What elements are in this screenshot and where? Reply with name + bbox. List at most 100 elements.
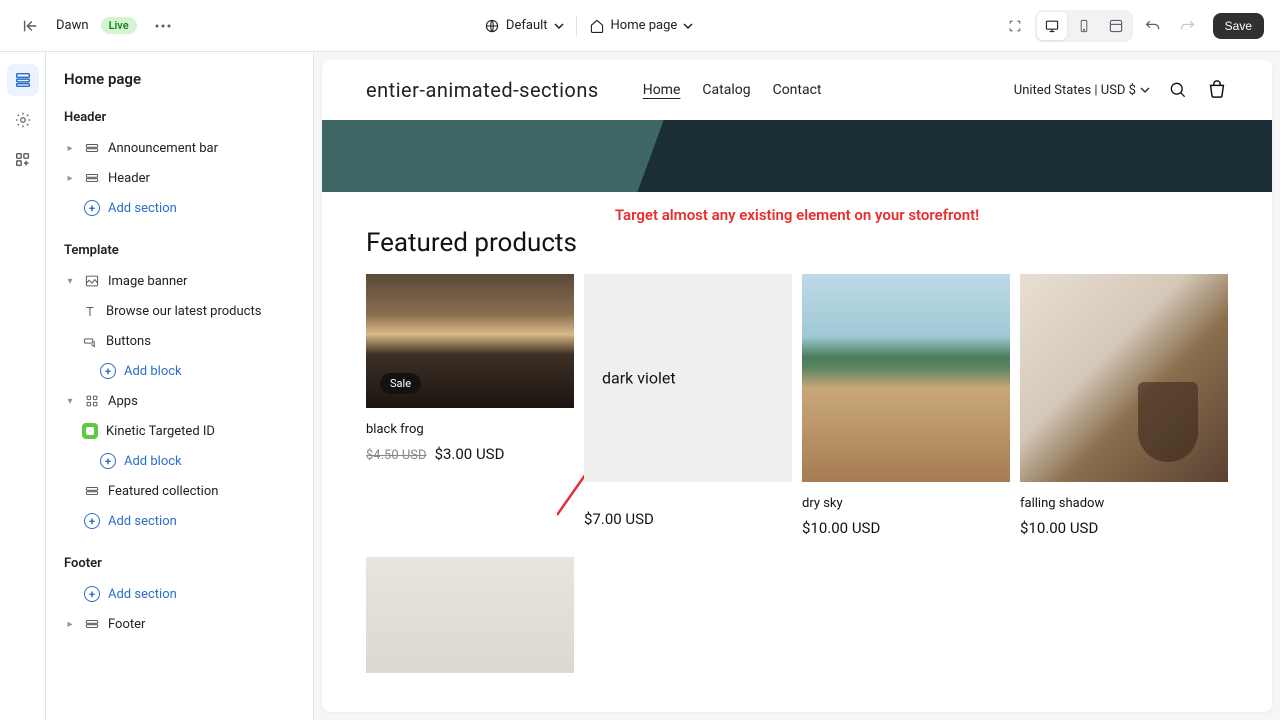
featured-collection-item[interactable]: · Featured collection xyxy=(46,476,313,506)
sidebar: Home page Header ▸ Announcement bar ▸ He… xyxy=(46,52,314,720)
settings-rail-button[interactable] xyxy=(7,104,39,136)
divider xyxy=(576,16,577,36)
footer-group-label: Footer xyxy=(46,548,313,579)
product-grid-row2 xyxy=(366,557,1228,673)
plus-icon: + xyxy=(100,453,116,469)
template-group-label: Template xyxy=(46,235,313,266)
redo-button[interactable] xyxy=(1173,12,1201,40)
header-add-section[interactable]: · + Add section xyxy=(46,193,313,223)
annotation-text: Target almost any existing element on yo… xyxy=(322,206,1272,224)
inspector-button[interactable] xyxy=(1001,12,1029,40)
chevron-down-icon xyxy=(554,23,564,29)
plus-icon: + xyxy=(84,586,100,602)
globe-icon xyxy=(484,18,500,34)
store-logo[interactable]: entier-animated-sections xyxy=(366,78,599,102)
sections-rail-button[interactable] xyxy=(7,64,39,96)
product-card[interactable]: falling shadow $10.00 USD xyxy=(1020,274,1228,537)
product-price: $10.00 USD xyxy=(1020,519,1228,537)
save-button[interactable]: Save xyxy=(1213,13,1264,39)
page-select[interactable]: Home page xyxy=(589,18,694,34)
undo-button[interactable] xyxy=(1139,12,1167,40)
canvas-wrap: entier-animated-sections Home Catalog Co… xyxy=(314,52,1280,720)
product-card[interactable]: dark violet $7.00 USD xyxy=(584,274,792,537)
chevron-down-icon xyxy=(1140,87,1150,93)
image-icon xyxy=(84,273,100,289)
kinetic-app-block[interactable]: Kinetic Targeted ID xyxy=(46,416,313,446)
image-banner-add-block[interactable]: + Add block xyxy=(46,356,313,386)
featured-section: Featured products Sale black frog $4.50 … xyxy=(322,228,1272,673)
app-icon xyxy=(82,423,98,439)
store-header-right: United States | USD $ xyxy=(1014,79,1228,101)
region-selector[interactable]: United States | USD $ xyxy=(1014,83,1150,98)
footer-item[interactable]: ▸ Footer xyxy=(46,609,313,639)
chevron-right-icon: ▸ xyxy=(64,143,76,154)
nav-catalog[interactable]: Catalog xyxy=(702,82,750,98)
buttons-block[interactable]: Buttons xyxy=(46,326,313,356)
search-icon[interactable] xyxy=(1168,80,1188,100)
store-nav: Home Catalog Contact xyxy=(643,82,822,98)
section-icon xyxy=(84,483,100,499)
section-icon xyxy=(84,616,100,632)
preview-select[interactable]: Default xyxy=(484,18,564,34)
announcement-bar-item[interactable]: ▸ Announcement bar xyxy=(46,133,313,163)
product-name: dry sky xyxy=(802,496,1010,511)
apps-item[interactable]: ▾ Apps xyxy=(46,386,313,416)
left-rail xyxy=(0,52,46,720)
apps-add-block[interactable]: + Add block xyxy=(46,446,313,476)
plus-icon: + xyxy=(84,200,100,216)
product-card[interactable]: dry sky $10.00 USD xyxy=(802,274,1010,537)
main-layout: Home page Header ▸ Announcement bar ▸ He… xyxy=(0,52,1280,720)
chevron-down-icon: ▾ xyxy=(64,396,76,407)
product-image: dark violet xyxy=(584,274,792,482)
chevron-down-icon: ▾ xyxy=(64,276,76,287)
product-price: $4.50 USD$3.00 USD xyxy=(366,445,574,463)
section-icon xyxy=(84,170,100,186)
product-image xyxy=(1020,274,1228,482)
product-card[interactable] xyxy=(366,557,574,673)
device-group xyxy=(1035,10,1133,42)
mobile-view-button[interactable] xyxy=(1069,12,1099,40)
nav-contact[interactable]: Contact xyxy=(773,82,822,98)
desktop-view-button[interactable] xyxy=(1037,12,1067,40)
product-price: $10.00 USD xyxy=(802,519,1010,537)
product-image xyxy=(802,274,1010,482)
nav-home[interactable]: Home xyxy=(643,82,681,98)
home-icon xyxy=(589,18,605,34)
product-name: dark violet xyxy=(602,369,676,388)
product-name: falling shadow xyxy=(1020,496,1228,511)
template-add-section[interactable]: · + Add section xyxy=(46,506,313,536)
featured-title: Featured products xyxy=(366,228,1228,258)
image-banner-item[interactable]: ▾ Image banner xyxy=(46,266,313,296)
footer-add-section[interactable]: · + Add section xyxy=(46,579,313,609)
product-card[interactable]: Sale black frog $4.50 USD$3.00 USD xyxy=(366,274,574,537)
button-icon xyxy=(82,333,98,349)
apps-rail-button[interactable] xyxy=(7,144,39,176)
product-price: $7.00 USD xyxy=(584,510,792,528)
more-menu-button[interactable] xyxy=(149,12,177,40)
preview-canvas: entier-animated-sections Home Catalog Co… xyxy=(322,60,1272,712)
exit-button[interactable] xyxy=(16,12,44,40)
plus-icon: + xyxy=(84,513,100,529)
topbar-right: Save xyxy=(1001,10,1264,42)
fullscreen-view-button[interactable] xyxy=(1101,12,1131,40)
product-image: Sale xyxy=(366,274,574,408)
topbar-left: Dawn Live xyxy=(16,12,177,40)
cart-icon[interactable] xyxy=(1206,79,1228,101)
product-grid: Sale black frog $4.50 USD$3.00 USD dark … xyxy=(366,274,1228,537)
header-group-label: Header xyxy=(46,102,313,133)
product-image xyxy=(366,557,574,673)
section-icon xyxy=(84,140,100,156)
topbar: Dawn Live Default Home page xyxy=(0,0,1280,52)
sidebar-title: Home page xyxy=(46,52,313,102)
live-badge: Live xyxy=(101,17,137,34)
browse-products-block[interactable]: Browse our latest products xyxy=(46,296,313,326)
chevron-right-icon: ▸ xyxy=(64,619,76,630)
apps-icon xyxy=(84,393,100,409)
theme-name: Dawn xyxy=(56,18,89,33)
header-item[interactable]: ▸ Header xyxy=(46,163,313,193)
chevron-right-icon: ▸ xyxy=(64,173,76,184)
image-banner-preview[interactable] xyxy=(322,120,1272,192)
topbar-center: Default Home page xyxy=(185,16,993,36)
store-header: entier-animated-sections Home Catalog Co… xyxy=(322,60,1272,120)
chevron-down-icon xyxy=(683,23,693,29)
